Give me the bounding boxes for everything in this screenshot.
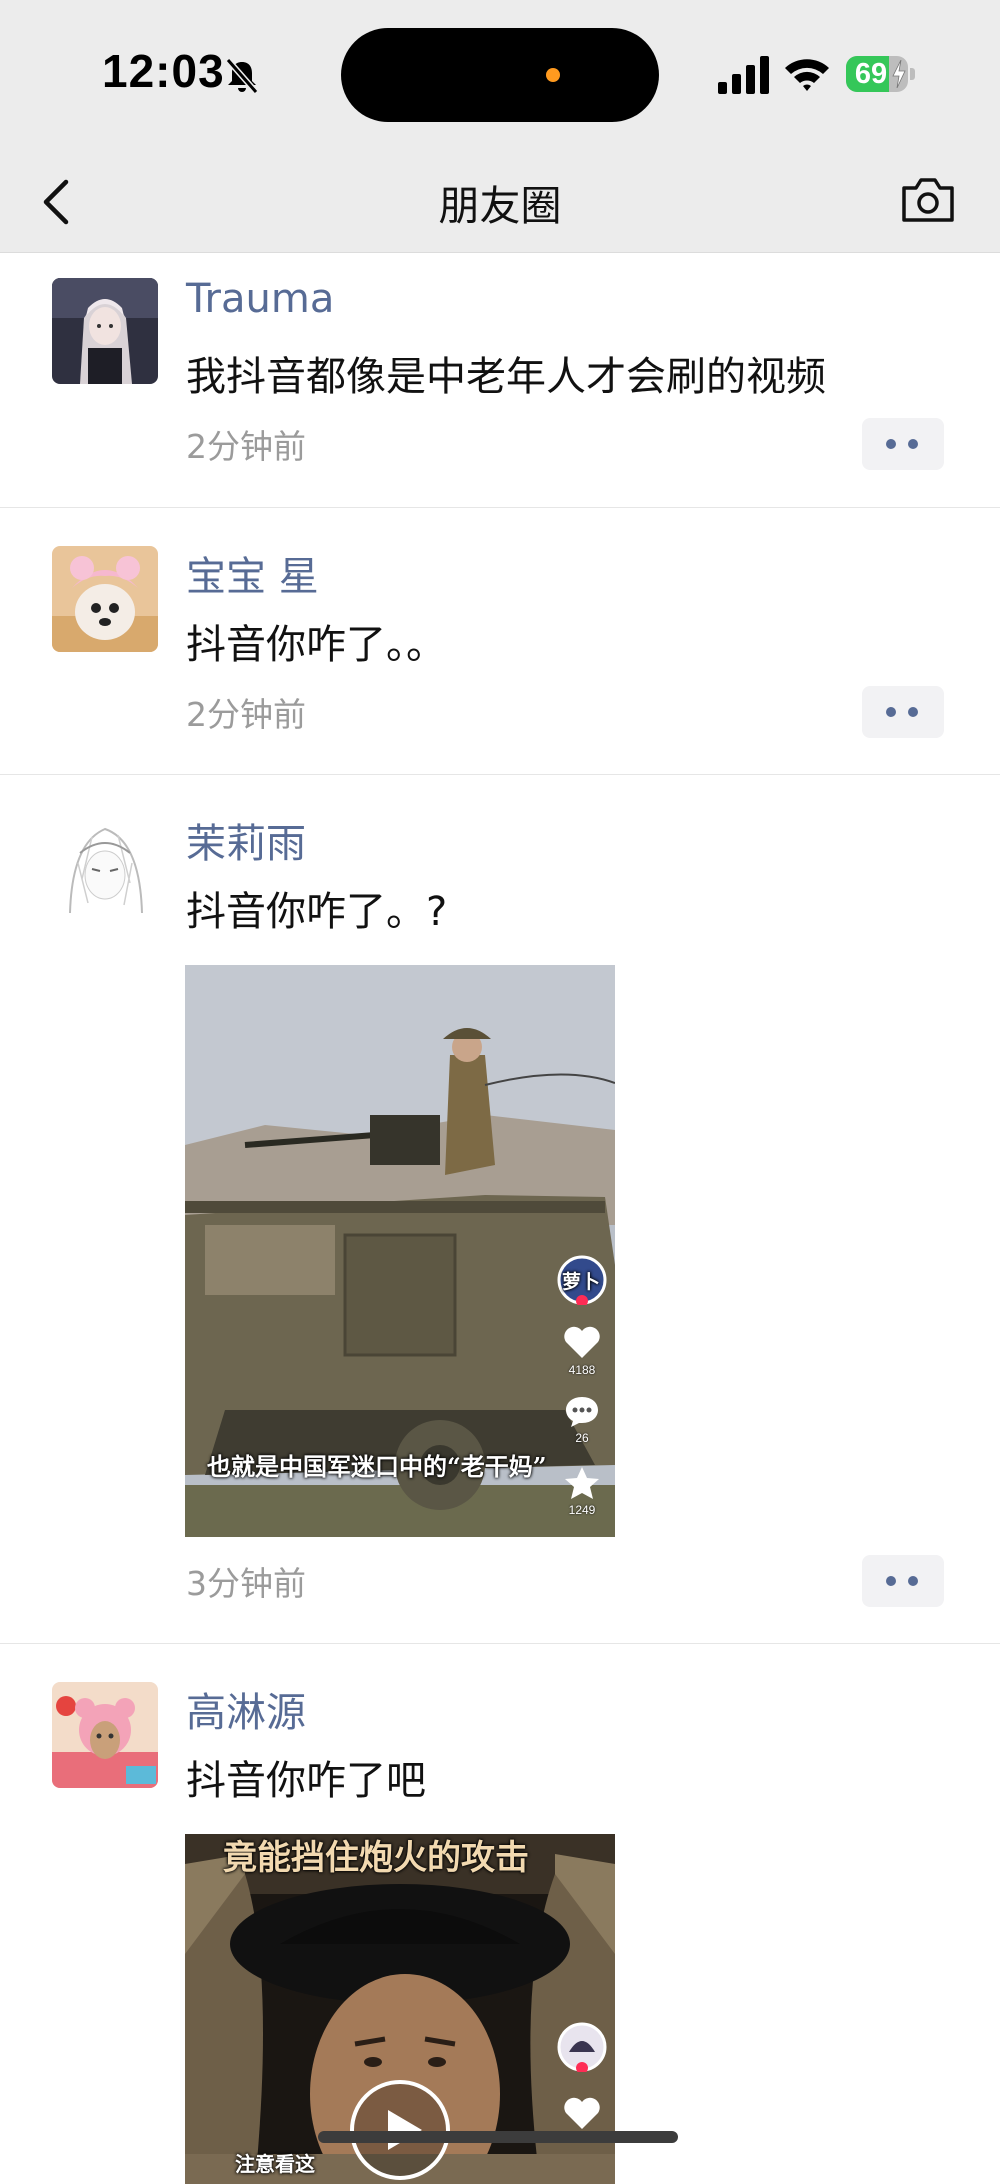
post-text: 抖音你咋了吧 (186, 1758, 426, 1804)
avatar[interactable] (52, 813, 158, 919)
post-author[interactable]: 宝宝 星 (186, 544, 319, 602)
avatar[interactable] (52, 546, 158, 652)
privacy-indicator-dot (546, 68, 560, 82)
play-icon[interactable] (348, 2078, 452, 2182)
avatar[interactable] (52, 1682, 158, 1788)
post-text: 我抖音都像是中老年人才会刷的视频 (186, 354, 826, 400)
moment-post: 高淋源 抖音你咋了吧 竟能挡住炮火的攻击 注意看这 (0, 1644, 1000, 2184)
post-time: 2分钟前 (186, 427, 306, 466)
wifi-icon (785, 59, 829, 91)
status-bar: 12:03 69 (0, 0, 1000, 150)
more-actions-button[interactable] (862, 1555, 944, 1607)
video-top-caption: 竟能挡住炮火的攻击 (223, 1838, 529, 1878)
video-thumbnail[interactable]: 萝卜 4188 26 1249 也就是中国军迷口中的“老干妈” (185, 965, 615, 1537)
signal-icon (718, 56, 769, 94)
dynamic-island (341, 28, 659, 122)
more-actions-button[interactable] (862, 686, 944, 738)
favorite-count: 1249 (568, 1503, 596, 1517)
avatar[interactable] (52, 278, 158, 384)
status-time: 12:03 (102, 45, 225, 97)
video-caption: 也就是中国军迷口中的“老干妈” (207, 1452, 547, 1481)
like-count: 4188 (568, 1363, 596, 1377)
battery-percent: 69 (854, 58, 888, 90)
post-author[interactable]: 高淋源 (186, 1680, 306, 1738)
page-title: 朋友圈 (438, 182, 562, 230)
moment-post: 宝宝 星 抖音你咋了。。 2分钟前 (0, 508, 1000, 775)
battery-icon: 69 (846, 56, 916, 92)
post-time: 3分钟前 (186, 1564, 306, 1603)
more-actions-button[interactable] (862, 418, 944, 470)
comment-icon[interactable] (563, 1395, 601, 1429)
heart-icon[interactable] (563, 1325, 601, 1359)
charging-bolt-icon (892, 60, 906, 88)
camera-icon[interactable] (898, 170, 958, 230)
video-caption: 注意看这 (235, 2152, 315, 2176)
nav-bar: 朋友圈 (0, 150, 1000, 253)
post-time: 2分钟前 (186, 695, 306, 734)
creator-avatar-icon[interactable] (557, 2022, 607, 2072)
post-author[interactable]: Trauma (186, 276, 334, 322)
moments-feed: Trauma 我抖音都像是中老年人才会刷的视频 2分钟前 宝宝 星 抖音你咋了。… (0, 252, 1000, 2184)
moment-post: Trauma 我抖音都像是中老年人才会刷的视频 2分钟前 (0, 252, 1000, 508)
post-text: 抖音你咋了。? (186, 889, 448, 935)
moment-post: 茉莉雨 抖音你咋了。? 萝卜 4188 26 1249 也就是中国军迷口中的“老… (0, 775, 1000, 1644)
chevron-left-icon[interactable] (36, 172, 86, 232)
post-author[interactable]: 茉莉雨 (186, 811, 306, 869)
post-text: 抖音你咋了。。 (186, 622, 446, 668)
creator-badge-text: 萝卜 (562, 1271, 601, 1293)
home-indicator[interactable] (318, 2131, 678, 2143)
heart-icon[interactable] (563, 2096, 601, 2130)
bell-muted-icon (225, 58, 259, 94)
comment-count: 26 (575, 1431, 589, 1445)
star-icon[interactable] (563, 1465, 601, 1501)
